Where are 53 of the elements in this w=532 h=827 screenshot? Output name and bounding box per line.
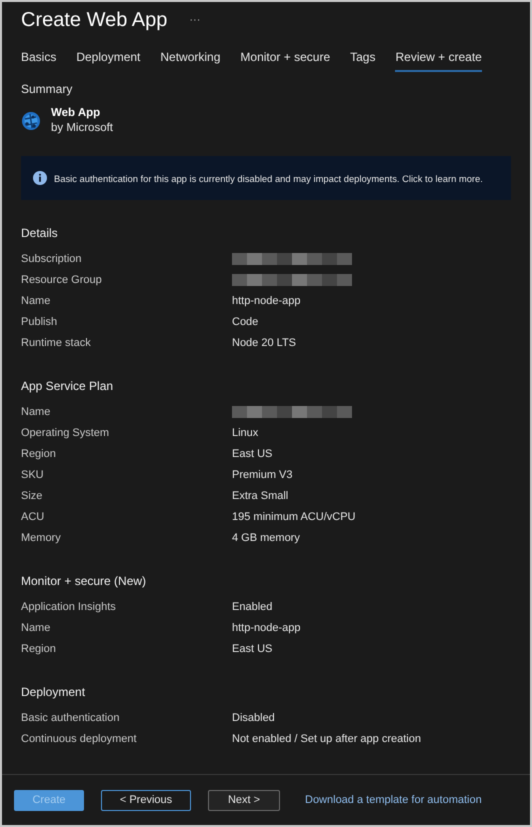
field-label: Name [21, 622, 52, 634]
more-button[interactable]: ··· [185, 14, 204, 26]
tab[interactable]: Deployment [76, 46, 140, 72]
field-value: 195 minimum ACU/vCPU [232, 510, 356, 522]
field-label: Subscription [21, 252, 83, 264]
info-banner[interactable]: Basic authentication for this app is currently disabled and may impact deployments. Click to learn more. [21, 156, 511, 200]
footer-button[interactable]: < Previous [101, 790, 191, 810]
field-label: Basic authentication [21, 712, 120, 724]
field-value: http-node-app [232, 622, 300, 634]
field-value: Disabled [232, 712, 275, 724]
field-label: Publish [21, 316, 58, 328]
field-label: Continuous deployment [21, 732, 138, 744]
section-heading: App Service Plan [21, 379, 114, 393]
tab[interactable]: Monitor + secure [240, 46, 330, 72]
field-label: Application Insights [21, 600, 117, 612]
field-label: Resource Group [21, 274, 103, 286]
section-heading: Details [21, 226, 59, 240]
field-value: http-node-app [232, 294, 300, 306]
field-label: Name [21, 406, 52, 418]
field-label: Operating System [21, 426, 110, 438]
field-value: Premium V3 [232, 468, 293, 480]
tab[interactable]: Review + create [395, 46, 482, 72]
field-label: Runtime stack [21, 336, 92, 348]
field-value: 4 GB memory [232, 532, 300, 544]
field-value: Node 20 LTS [232, 336, 296, 348]
banner-text: Basic authentication for this app is currently disabled and may impact deployments. Click to learn more. [54, 172, 483, 184]
field-value: Not enabled / Set up after app creation [232, 732, 421, 744]
tab[interactable]: Networking [160, 46, 220, 72]
field-value: Code [232, 316, 258, 328]
field-label: SKU [21, 468, 45, 480]
globe-icon [21, 111, 41, 131]
field-value: Enabled [232, 600, 272, 612]
section-heading: Monitor + secure (New) [21, 574, 148, 588]
field-value: East US [232, 642, 272, 654]
field-value: Linux [232, 426, 258, 438]
window-title: Create Web App [21, 8, 168, 32]
field-label: Memory [21, 532, 62, 544]
download-template-link[interactable]: Download a template for automation [305, 794, 482, 806]
info-icon [33, 171, 47, 185]
section-heading: Deployment [21, 685, 86, 699]
tab[interactable]: Tags [350, 46, 376, 72]
field-label: Region [21, 448, 57, 460]
field-label: Size [21, 490, 44, 502]
field-label: Region [21, 642, 57, 654]
field-value: Extra Small [232, 490, 288, 502]
footer-button[interactable]: Next > [208, 790, 280, 810]
field-label: Name [21, 294, 52, 306]
publisher-text: by Microsoft [51, 121, 113, 136]
field-label: ACU [21, 510, 46, 522]
summary-heading: Summary [21, 82, 74, 96]
product-name: Web App [51, 106, 102, 121]
tab[interactable]: Basics [21, 46, 56, 72]
field-value: East US [232, 448, 272, 460]
